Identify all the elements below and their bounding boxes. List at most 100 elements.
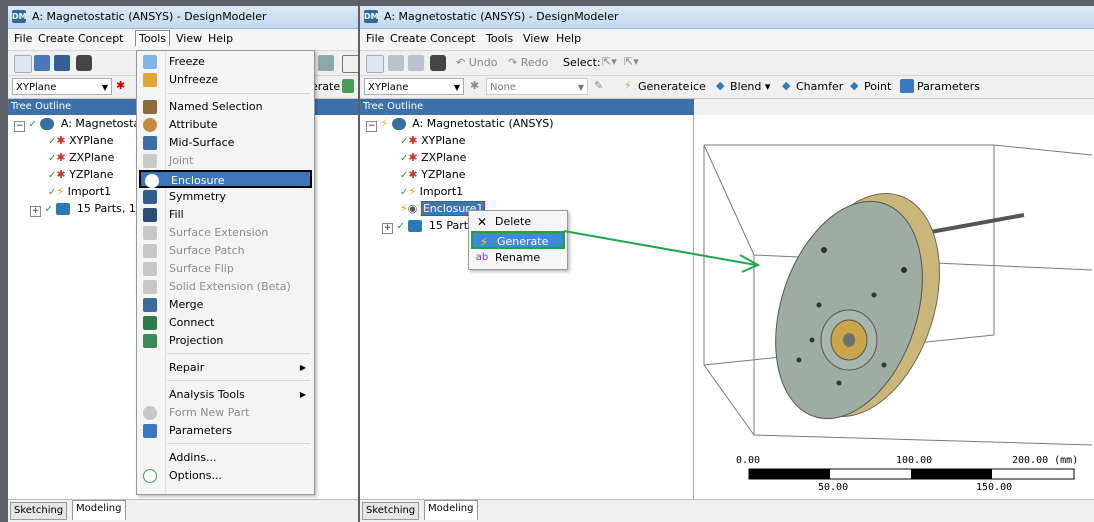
parameters-button[interactable]: Parameters	[917, 80, 980, 93]
new-icon[interactable]	[14, 55, 32, 73]
tree-node-root[interactable]: − ✓ A: Magnetostatic	[14, 116, 154, 132]
tree-node-root[interactable]: − ⚡ A: Magnetostatic (ANSYS)	[366, 116, 553, 132]
screenshot-icon[interactable]	[430, 55, 446, 71]
menu-create[interactable]: Create	[390, 32, 427, 45]
menu-attribute[interactable]: Attribute	[137, 116, 314, 134]
menu-options[interactable]: Options...	[137, 467, 314, 485]
collapse-icon[interactable]: −	[14, 121, 25, 132]
menu-fill[interactable]: Fill	[137, 206, 314, 224]
menu-surface-patch[interactable]: Surface Patch	[137, 242, 314, 260]
scale-segment	[911, 469, 992, 479]
menu-enclosure[interactable]: Enclosure	[139, 170, 312, 188]
tree-node-parts[interactable]: + ✓ 15 Parts, 1	[30, 201, 136, 217]
chamfer-button[interactable]: Chamfer	[796, 80, 843, 93]
select-mode-icon[interactable]	[318, 55, 334, 71]
context-label: Rename	[495, 251, 541, 264]
blend-button[interactable]: Blend ▾	[730, 80, 770, 93]
export-icon[interactable]	[408, 55, 424, 71]
menu-help[interactable]: Help	[556, 32, 581, 45]
new-plane-icon[interactable]: ✱	[116, 79, 125, 92]
expand-icon[interactable]: +	[382, 223, 393, 234]
menu-view[interactable]: View	[523, 32, 549, 45]
menu-surface-flip[interactable]: Surface Flip	[137, 260, 314, 278]
export-icon[interactable]	[54, 55, 70, 71]
menu-label: Form New Part	[169, 406, 250, 419]
menu-addins[interactable]: Addins...	[137, 449, 314, 467]
graphics-viewport[interactable]: 0.00 100.00 200.00 (mm) 50.00 150.00	[694, 115, 1094, 500]
blend-icon: ◆	[716, 79, 725, 92]
new-plane-icon[interactable]: ✱	[470, 79, 479, 92]
tree-node-xyplane[interactable]: ✓✱ XYPlane	[400, 133, 466, 149]
tree-node-zxplane[interactable]: ✓✱ ZXPlane	[48, 150, 114, 166]
menu-solid-extension[interactable]: Solid Extension (Beta)	[137, 278, 314, 296]
menu-create[interactable]: Create	[38, 32, 75, 45]
tree-node-zxplane[interactable]: ✓✱ ZXPlane	[400, 150, 466, 166]
menu-joint[interactable]: Joint	[137, 152, 314, 170]
menu-help[interactable]: Help	[208, 32, 233, 45]
solid-extension-icon	[143, 280, 157, 294]
menu-tools[interactable]: Tools	[135, 30, 171, 46]
context-generate[interactable]: ⚡ Generate	[471, 231, 565, 249]
screenshot-icon[interactable]	[76, 55, 92, 71]
tree-node-xyplane[interactable]: ✓✱ XYPlane	[48, 133, 114, 149]
redo-button[interactable]: ↷ Redo	[508, 56, 548, 69]
menu-label: Freeze	[169, 55, 205, 68]
menu-merge[interactable]: Merge	[137, 296, 314, 314]
menu-analysis-tools[interactable]: Analysis Tools ▶	[137, 386, 314, 404]
tab-sketching[interactable]: Sketching	[362, 502, 420, 520]
menu-connect[interactable]: Connect	[137, 314, 314, 332]
plane-combo[interactable]: XYPlane ▼	[12, 78, 112, 95]
generate-button-partial[interactable]: erate	[311, 80, 340, 93]
menu-symmetry[interactable]: Symmetry	[137, 188, 314, 206]
new-icon[interactable]	[366, 55, 384, 73]
tree-label: Import1	[67, 185, 112, 198]
context-delete[interactable]: ✕ Delete	[471, 213, 565, 231]
menu-named-selection[interactable]: Named Selection	[137, 98, 314, 116]
point-button[interactable]: Point	[864, 80, 891, 93]
tree-node-yzplane[interactable]: ✓✱ YZPlane	[400, 167, 466, 183]
tree-node-yzplane[interactable]: ✓✱ YZPlane	[48, 167, 114, 183]
menu-file[interactable]: File	[366, 32, 384, 45]
menu-file[interactable]: File	[14, 32, 32, 45]
menu-surface-extension[interactable]: Surface Extension	[137, 224, 314, 242]
select-mode-icon[interactable]: ⇱▾	[602, 55, 617, 68]
plane-combo[interactable]: XYPlane ▼	[364, 78, 464, 95]
enclosure-icon	[145, 174, 159, 188]
generate-button[interactable]: Generate	[638, 80, 689, 93]
save-icon[interactable]	[34, 55, 50, 71]
menu-concept[interactable]: Concept	[78, 32, 124, 45]
tab-sketching[interactable]: Sketching	[10, 502, 68, 520]
tab-modeling[interactable]: Modeling	[72, 500, 126, 520]
menu-unfreeze[interactable]: Unfreeze	[137, 71, 314, 89]
face-button-partial[interactable]: ice	[690, 80, 706, 93]
menu-concept[interactable]: Concept	[430, 32, 476, 45]
look-at-icon[interactable]	[342, 55, 358, 73]
new-sketch-icon[interactable]: ✎	[594, 79, 603, 92]
menu-repair[interactable]: Repair ▶	[137, 359, 314, 377]
menu-freeze[interactable]: Freeze	[137, 53, 314, 71]
select-filter-icon[interactable]: ⇱▾	[624, 55, 639, 68]
menu-projection[interactable]: Projection	[137, 332, 314, 350]
menu-bar: File Create Concept Tools View Help	[8, 29, 358, 51]
menu-view[interactable]: View	[176, 32, 202, 45]
menu-label: Merge	[169, 298, 204, 311]
menu-form-new-part[interactable]: Form New Part	[137, 404, 314, 422]
save-icon[interactable]	[388, 55, 404, 71]
extrude-icon[interactable]	[342, 79, 354, 93]
tab-modeling[interactable]: Modeling	[424, 500, 478, 520]
submenu-arrow-icon: ▶	[299, 390, 306, 399]
expand-icon[interactable]: +	[30, 206, 41, 217]
menu-label: Options...	[169, 469, 222, 482]
tree-node-parts[interactable]: + ✓ 15 Part	[382, 218, 468, 234]
sketch-combo[interactable]: None ▼	[486, 78, 588, 95]
plane-axes-icon: ✱	[408, 151, 418, 164]
generate-icon: ⚡	[479, 235, 489, 249]
undo-button[interactable]: ↶ Undo	[456, 56, 497, 69]
collapse-icon[interactable]: −	[366, 121, 377, 132]
tree-node-import1[interactable]: ✓⚡ Import1	[48, 184, 111, 200]
context-rename[interactable]: ab Rename	[471, 249, 565, 267]
tree-node-import1[interactable]: ✓⚡ Import1	[400, 184, 463, 200]
menu-mid-surface[interactable]: Mid-Surface	[137, 134, 314, 152]
menu-tools[interactable]: Tools	[486, 32, 513, 45]
menu-parameters[interactable]: Parameters	[137, 422, 314, 440]
